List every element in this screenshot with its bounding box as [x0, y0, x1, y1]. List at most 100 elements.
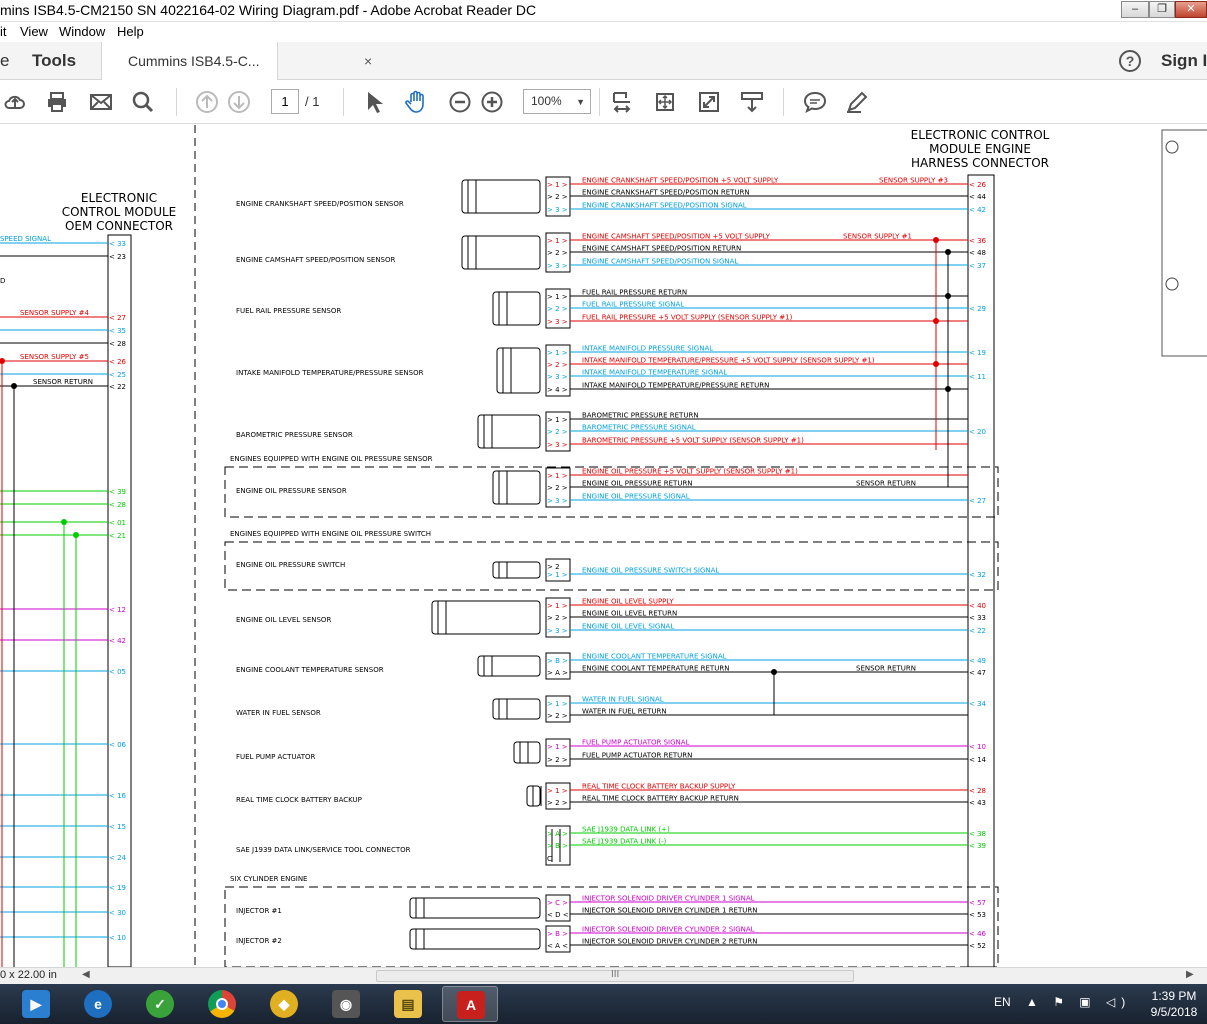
zoom-in-icon[interactable] [480, 90, 504, 114]
page-number-input[interactable]: 1 [271, 89, 299, 114]
sensor-pin-id: > 4 > [547, 386, 568, 394]
email-icon[interactable] [89, 90, 113, 114]
internet-explorer-icon[interactable]: e [70, 986, 126, 1022]
print-icon[interactable] [45, 90, 69, 114]
oem-pin-number: < 42 [109, 637, 126, 645]
camera-app-icon[interactable]: ◉ [318, 986, 374, 1022]
fit-page-icon[interactable] [610, 90, 634, 114]
maximize-button[interactable]: ❐ [1149, 1, 1175, 18]
scroll-mode-icon[interactable] [653, 90, 677, 114]
document-viewport[interactable]: ELECTRONIC CONTROL MODULE ENGINE HARNESS C… [0, 125, 1207, 967]
menu-edit[interactable]: it [0, 24, 7, 39]
oem-pin-number: < 33 [109, 240, 126, 248]
ecm-pin-number: < 40 [969, 602, 986, 610]
ecm-pin-number: < 43 [969, 799, 986, 807]
horizontal-scrollbar-thumb[interactable]: III [376, 969, 854, 982]
file-explorer-icon[interactable]: ▤ [380, 986, 436, 1022]
sensor-name: ENGINE CRANKSHAFT SPEED/POSITION SENSOR [236, 200, 404, 208]
chevron-down-icon: ▼ [576, 97, 585, 107]
sensor-pin-id: > 2 > [547, 249, 568, 257]
signal-label: INJECTOR SOLENOID DRIVER CYLINDER 1 SIGN… [582, 895, 755, 903]
tab-document[interactable]: Cummins ISB4.5-C... × [102, 42, 372, 81]
sensor-body-graphic [461, 179, 541, 214]
acrobat-reader-icon[interactable]: A [442, 986, 498, 1022]
ecm-engine-header-line: MODULE ENGINE [929, 142, 1031, 156]
sign-pen-icon[interactable] [845, 90, 869, 114]
oem-pin-number: < 10 [109, 934, 126, 942]
oem-pin-number: < 39 [109, 488, 126, 496]
zoom-level-select[interactable]: 100% ▼ [523, 89, 591, 114]
sensor-pin-id: > 1 > [547, 787, 568, 795]
tab-tools[interactable]: Tools [18, 42, 102, 80]
menu-window[interactable]: Window [59, 24, 105, 39]
zoom-out-icon[interactable] [448, 90, 472, 114]
junction-dot [945, 293, 951, 299]
page-up-icon[interactable] [195, 90, 219, 114]
menu-help[interactable]: Help [117, 24, 144, 39]
signal-label: ENGINE CRANKSHAFT SPEED/POSITION SIGNAL [582, 202, 747, 210]
signal-label: ENGINE OIL PRESSURE SWITCH SIGNAL [582, 567, 719, 575]
ecm-engine-header-line: HARNESS CONNECTOR [911, 156, 1049, 170]
read-mode-icon[interactable] [740, 90, 764, 114]
full-screen-icon[interactable] [697, 90, 721, 114]
help-icon[interactable]: ? [1119, 50, 1141, 72]
ecm-pin-number: < 42 [969, 206, 986, 214]
scroll-right-icon[interactable]: ▶ [1186, 969, 1194, 980]
sensor-pin-id: > 1 > [547, 237, 568, 245]
ecm-engine-header-line: ELECTRONIC CONTROL [911, 128, 1050, 142]
ecm-pin-number: < 19 [969, 349, 986, 357]
sensor-pin-id: < A < [547, 942, 568, 950]
signal-label: ENGINE OIL LEVEL SIGNAL [582, 623, 674, 631]
sensor-pin-id: > 3 > [547, 373, 568, 381]
sensor-pin-id: < D < [547, 911, 569, 919]
ecm-pin-number: < 29 [969, 305, 986, 313]
sensor-pin-id: > 1 > [547, 602, 568, 610]
menu-view[interactable]: View [20, 24, 48, 39]
oem-pin-number: < 19 [109, 884, 126, 892]
sensor-pin-id: > 1 > [547, 181, 568, 189]
search-icon[interactable] [131, 90, 155, 114]
ecm-pin-number: < 33 [969, 614, 986, 622]
page-down-icon[interactable] [227, 90, 251, 114]
select-arrow-icon[interactable] [362, 90, 386, 114]
language-indicator[interactable]: EN [994, 995, 1011, 1009]
oem-pin-number: < 28 [109, 501, 126, 509]
oem-pin-number: < 21 [109, 532, 126, 540]
media-player-icon[interactable]: ▶ [8, 986, 64, 1022]
system-tray-icons[interactable]: ▲ ⚑ ▣ ◁) [1026, 995, 1131, 1009]
upload-icon[interactable] [3, 90, 27, 114]
tab-close-icon[interactable]: × [364, 54, 372, 68]
hand-icon[interactable] [404, 90, 428, 114]
signal-label: ENGINE CAMSHAFT SPEED/POSITION +5 VOLT S… [582, 233, 771, 241]
oem-pin-number: < 23 [109, 253, 126, 261]
sensor-name: ENGINE OIL PRESSURE SWITCH [236, 561, 345, 569]
sensor-body-graphic [409, 928, 541, 950]
signal-label: BAROMETRIC PRESSURE RETURN [582, 412, 699, 420]
zoom-level-value: 100% [531, 94, 562, 108]
sensor-body-graphic [477, 414, 541, 449]
oem-wire-label: SPEED SIGNAL [0, 235, 51, 243]
green-app-icon[interactable]: ✓ [132, 986, 188, 1022]
parrot-app-icon[interactable]: ◆ [256, 986, 312, 1022]
junction-dot [933, 361, 939, 367]
sensor-name: ENGINE OIL LEVEL SENSOR [236, 616, 331, 624]
oem-wire-label: SENSOR SUPPLY #4 [20, 309, 89, 317]
oem-pin-number: < 30 [109, 909, 126, 917]
junction-dot [771, 669, 777, 675]
tab-home[interactable]: e [0, 42, 18, 80]
comment-icon[interactable] [803, 90, 827, 114]
close-button[interactable]: ✕ [1175, 1, 1207, 18]
sensor-pin-id: > 3 > [547, 262, 568, 270]
signal-label: ENGINE CRANKSHAFT SPEED/POSITION +5 VOLT… [582, 177, 779, 185]
ecm-pin-number: < 52 [969, 942, 986, 950]
ecm-pin-number: < 28 [969, 787, 986, 795]
ecm-pin-number: < 49 [969, 657, 986, 665]
sensor-pin-id: > 3 > [547, 497, 568, 505]
clock[interactable]: 1:39 PM 9/5/2018 [1146, 988, 1202, 1020]
minimize-button[interactable]: ‒ [1121, 1, 1149, 18]
oem-pin-number: < 22 [109, 383, 126, 391]
sign-in-link[interactable]: Sign I [1161, 51, 1207, 71]
chrome-icon[interactable] [194, 986, 250, 1022]
scroll-left-icon[interactable]: ◀ [82, 969, 90, 980]
signal-label: FUEL RAIL PRESSURE SIGNAL [582, 301, 684, 309]
